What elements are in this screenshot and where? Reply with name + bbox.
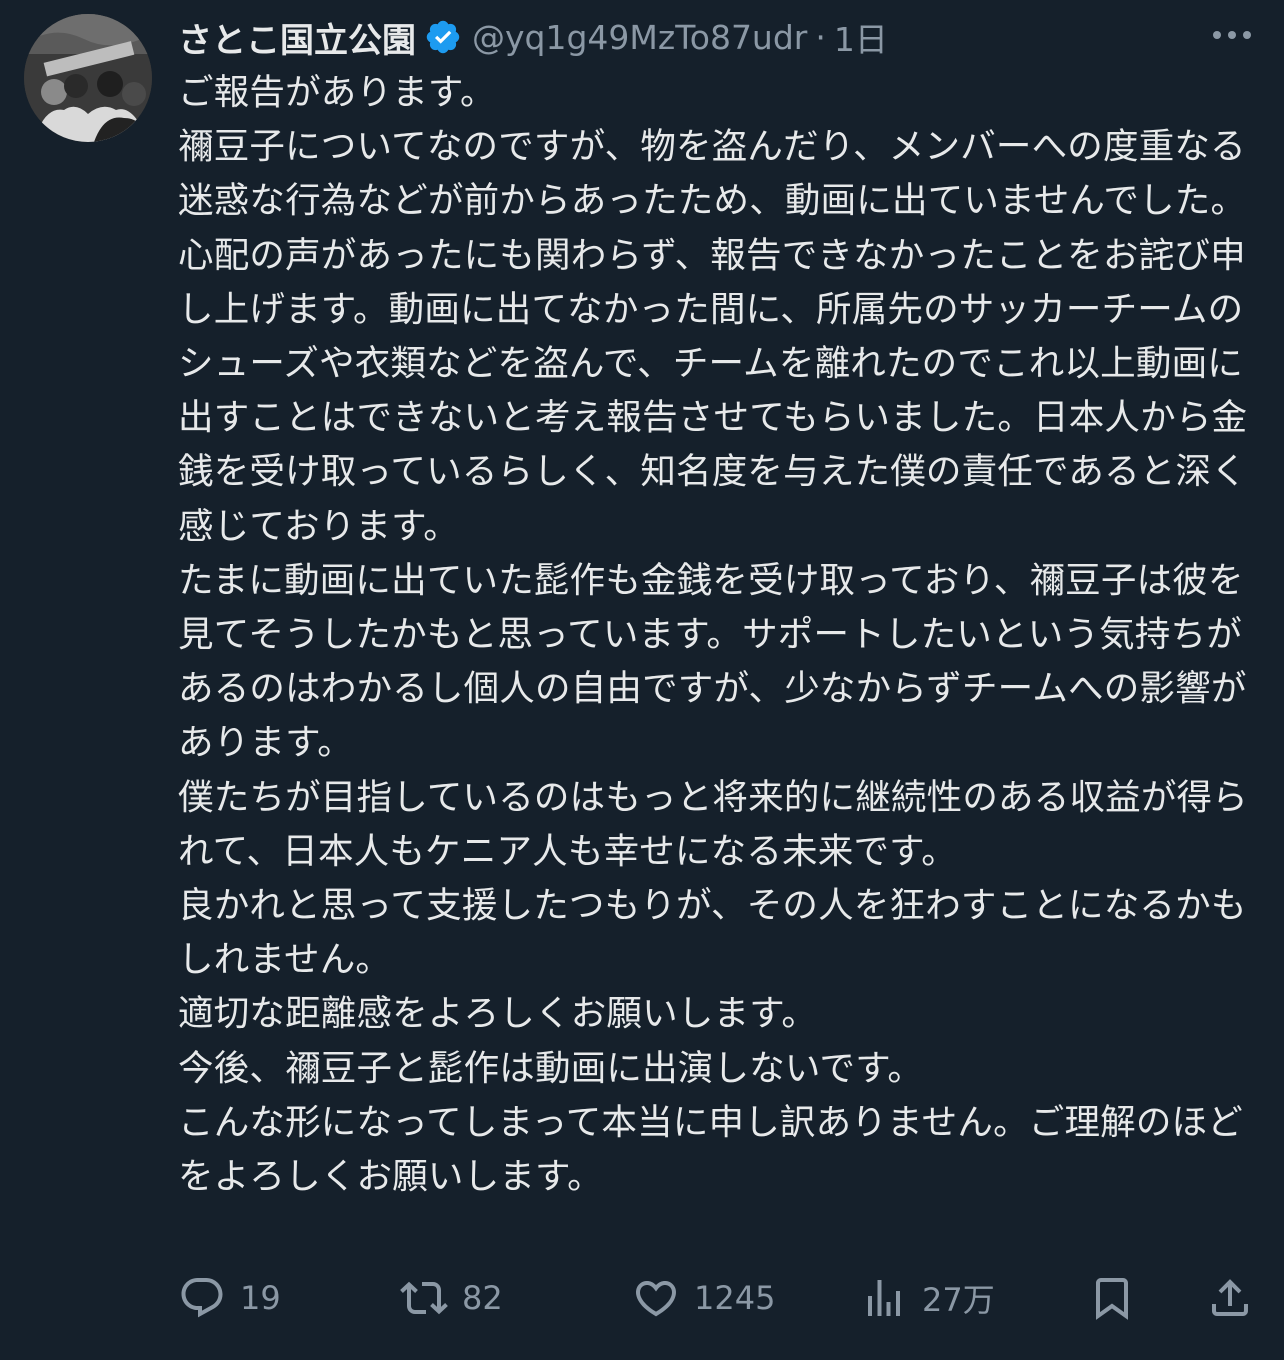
like-count: 1245 <box>694 1279 776 1317</box>
reply-count: 19 <box>240 1279 281 1317</box>
user-handle[interactable]: @yq1g49MzTo87udr <box>472 18 807 57</box>
like-button[interactable]: 1245 <box>632 1268 775 1328</box>
tweet-header: さとこ国立公園 @yq1g49MzTo87udr · 1日 <box>178 12 1178 62</box>
views-button[interactable]: 27万 <box>860 1268 995 1328</box>
tweet: さとこ国立公園 @yq1g49MzTo87udr · 1日 ご報告があります。 … <box>0 0 1284 1360</box>
more-options-icon[interactable] <box>1210 20 1254 50</box>
retweet-count: 82 <box>462 1279 503 1317</box>
post-time[interactable]: 1日 <box>834 13 888 61</box>
views-bar-chart-icon <box>868 1280 900 1316</box>
heart-icon <box>635 1281 677 1317</box>
retweet-button[interactable]: 82 <box>400 1268 503 1328</box>
action-bar: 19 82 1245 27万 <box>0 1268 1284 1328</box>
tweet-text: ご報告があります。 禰豆子についてなのですが、物を盗んだり、メンバーへの度重なる… <box>178 66 1248 1204</box>
tweet-paragraph: こんな形になってしまって本当に申し訳ありません。ご理解のほどをよろしくお願いしま… <box>178 1101 1243 1198</box>
verified-badge-icon <box>424 18 462 56</box>
separator-dot: · <box>815 17 826 57</box>
share-icon <box>1212 1279 1248 1316</box>
tweet-paragraph: ご報告があります。 <box>178 72 496 113</box>
avatar[interactable] <box>24 14 152 142</box>
display-name[interactable]: さとこ国立公園 <box>178 13 416 62</box>
bookmark-icon <box>1096 1278 1128 1320</box>
tweet-paragraph: 僕たちが目指しているのはもっと将来的に継続性のある収益が得られて、日本人もケニア… <box>178 776 1248 872</box>
retweet-icon <box>400 1281 448 1315</box>
tweet-paragraph: 良かれと思って支援したつもりが、その人を狂わすことになるかもしれません。 <box>178 885 1247 981</box>
reply-button[interactable]: 19 <box>178 1268 281 1328</box>
tweet-paragraph: 禰豆子についてなのですが、物を盗んだり、メンバーへの度重なる迷惑な行為などが前か… <box>178 126 1248 547</box>
views-count: 27万 <box>922 1281 995 1319</box>
share-button[interactable] <box>1206 1268 1254 1328</box>
avatar-photo-icon <box>24 14 152 142</box>
tweet-paragraph: たまに動画に出ていた髭作も金銭を受け取っており、禰豆子は彼を見てそうしたかもと思… <box>178 559 1247 764</box>
tweet-paragraph: 今後、禰豆子と髭作は動画に出演しないです。 <box>178 1047 924 1089</box>
bookmark-button[interactable] <box>1088 1268 1136 1328</box>
reply-icon <box>181 1278 223 1318</box>
tweet-paragraph: 適切な距離感をよろしくお願いします。 <box>178 993 818 1035</box>
